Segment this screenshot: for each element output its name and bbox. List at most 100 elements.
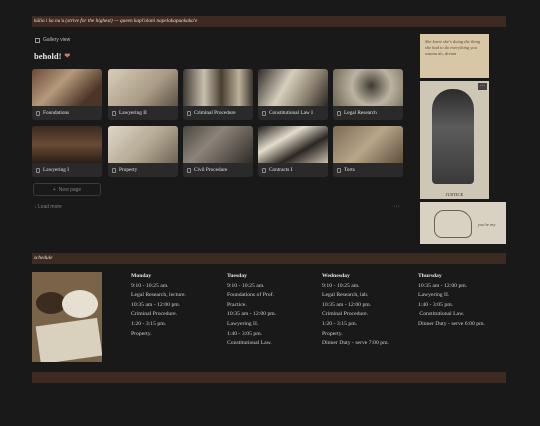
schedule-line: Criminal Procedure. bbox=[322, 311, 369, 318]
note-text: She knew she's doing the thing she had t… bbox=[425, 39, 481, 56]
card-criminal-procedure[interactable]: Criminal Procedure bbox=[183, 69, 253, 120]
page-icon bbox=[112, 167, 116, 173]
load-more-label: Load more bbox=[37, 204, 62, 210]
cat-sketch-image: you're my bbox=[420, 202, 506, 244]
card-cover-image bbox=[258, 69, 328, 106]
handwritten-note-image: She knew she's doing the thing she had t… bbox=[420, 34, 489, 78]
schedule-line: 10:35 am - 12:00 pm. bbox=[131, 301, 181, 308]
schedule-line: Lawyering II. bbox=[418, 292, 450, 299]
header-banner: kūlia i ka nu'u (strive for the highest)… bbox=[32, 16, 506, 27]
card-label-row: Civil Procedure bbox=[183, 163, 253, 177]
card-cover-image bbox=[32, 69, 102, 106]
card-property[interactable]: Property bbox=[108, 126, 178, 177]
new-page-button[interactable]: + New page bbox=[33, 183, 101, 196]
figure-silhouette bbox=[432, 89, 474, 184]
card-label-row: Criminal Procedure bbox=[183, 106, 253, 120]
card-label: Constitutional Law I bbox=[269, 110, 313, 116]
day-heading: Monday bbox=[131, 273, 152, 279]
banner-quote: kūlia i ka nu'u (strive for the highest)… bbox=[34, 18, 198, 24]
schedule-line: 9:10 - 10:25 am. bbox=[322, 282, 360, 289]
card-label: Torts bbox=[344, 167, 355, 173]
schedule-line: 1:20 - 3:15 pm. bbox=[322, 320, 358, 327]
cat-outline bbox=[434, 210, 472, 238]
card-cover-image bbox=[183, 69, 253, 106]
page-icon bbox=[262, 110, 266, 116]
schedule-line: Dinner Duty - serve 7:00 pm. bbox=[322, 340, 389, 347]
new-page-label: New page bbox=[58, 186, 82, 193]
study-desk-image bbox=[32, 272, 102, 362]
card-lawyering-i[interactable]: Lawyering I bbox=[32, 126, 102, 177]
footer-banner bbox=[32, 372, 506, 383]
card-label: Civil Procedure bbox=[194, 167, 228, 173]
card-lawyering-ii[interactable]: Lawyering II bbox=[108, 69, 178, 120]
schedule-line: Legal Research, lab. bbox=[322, 292, 369, 299]
card-label: Criminal Procedure bbox=[194, 110, 236, 116]
schedule-line: 9:10 - 10:25 am. bbox=[131, 282, 169, 289]
day-heading: Wednesday bbox=[322, 273, 350, 279]
page-icon bbox=[187, 110, 191, 116]
day-heading: Thursday bbox=[418, 273, 442, 279]
card-civil-procedure[interactable]: Civil Procedure bbox=[183, 126, 253, 177]
schedule-line: 1:40 - 3:05 pm. bbox=[227, 330, 263, 337]
schedule-line: 9:10 - 10:25 am. bbox=[227, 282, 265, 289]
card-cover-image bbox=[32, 126, 102, 163]
card-label: Property bbox=[119, 167, 138, 173]
schedule-banner-label: schedule bbox=[34, 255, 53, 261]
page-icon bbox=[36, 110, 40, 116]
gallery-view-label: Gallery view bbox=[43, 37, 71, 43]
card-foundations[interactable]: Foundations bbox=[32, 69, 102, 120]
image-options-icon[interactable]: ··· bbox=[478, 83, 487, 90]
gallery-title: behold! ❤ bbox=[34, 51, 70, 61]
card-label-row: Constitutional Law I bbox=[258, 106, 328, 120]
card-legal-research[interactable]: Legal Research bbox=[333, 69, 403, 120]
schedule-line: 10:35 am - 12:00 pm. bbox=[227, 311, 277, 318]
card-label: Legal Research bbox=[344, 110, 377, 116]
schedule-line: 10:35 am - 12:00 pm. bbox=[418, 282, 468, 289]
gallery-view-tab[interactable]: Gallery view bbox=[35, 37, 70, 43]
card-label-row: Contracts I bbox=[258, 163, 328, 177]
arrow-down-icon: ↓ bbox=[34, 204, 37, 210]
card-label: Lawyering I bbox=[43, 167, 70, 173]
card-cover-image bbox=[183, 126, 253, 163]
more-options-icon[interactable]: ··· bbox=[393, 203, 400, 210]
card-cover-image bbox=[108, 69, 178, 106]
schedule-column-tuesday: Tuesday 9:10 - 10:25 am. Foundations of … bbox=[227, 272, 276, 349]
notebook-shape bbox=[35, 317, 102, 362]
page-icon bbox=[36, 167, 40, 173]
schedule-line: Practice. bbox=[227, 301, 247, 308]
schedule-banner: schedule bbox=[32, 253, 506, 264]
schedule-column-monday: Monday 9:10 - 10:25 am. Legal Research, … bbox=[131, 272, 186, 339]
card-cover-image bbox=[108, 126, 178, 163]
schedule-line: Dinner Duty - serve 6:00 pm. bbox=[418, 320, 485, 327]
card-label: Lawyering II bbox=[119, 110, 147, 116]
page-icon bbox=[337, 167, 341, 173]
schedule-line: Legal Research, lecture. bbox=[131, 292, 186, 299]
card-label-row: Lawyering I bbox=[32, 163, 102, 177]
gallery-view-icon bbox=[35, 37, 40, 43]
poster-caption: JUSTICE bbox=[445, 192, 464, 197]
schedule-line: Property. bbox=[322, 330, 343, 337]
schedule-line: Lawyering II. bbox=[227, 320, 259, 327]
card-label: Contracts I bbox=[269, 167, 293, 173]
schedule-line: Constitutional Law. bbox=[227, 340, 272, 347]
schedule-line: Criminal Procedure. bbox=[131, 311, 178, 318]
card-cover-image bbox=[333, 69, 403, 106]
gallery-title-text: behold! bbox=[34, 51, 62, 61]
schedule-column-wednesday: Wednesday 9:10 - 10:25 am. Legal Researc… bbox=[322, 272, 389, 349]
heart-icon: ❤ bbox=[64, 52, 71, 60]
schedule-line: Foundations of Prof. bbox=[227, 292, 274, 299]
sketch-text: you're my bbox=[478, 222, 496, 227]
schedule-line: 1:20 - 3:15 pm. bbox=[131, 320, 167, 327]
card-torts[interactable]: Torts bbox=[333, 126, 403, 177]
page-icon bbox=[262, 167, 266, 173]
justice-poster-image: ··· JUSTICE bbox=[420, 81, 489, 199]
card-label-row: Torts bbox=[333, 163, 403, 177]
card-label: Foundations bbox=[43, 110, 70, 116]
plus-icon: + bbox=[52, 186, 56, 193]
card-contracts-i[interactable]: Contracts I bbox=[258, 126, 328, 177]
card-constitutional-law-i[interactable]: Constitutional Law I bbox=[258, 69, 328, 120]
card-label-row: Foundations bbox=[32, 106, 102, 120]
page-icon bbox=[112, 110, 116, 116]
load-more-button[interactable]: ↓ Load more bbox=[34, 204, 62, 210]
card-label-row: Property bbox=[108, 163, 178, 177]
